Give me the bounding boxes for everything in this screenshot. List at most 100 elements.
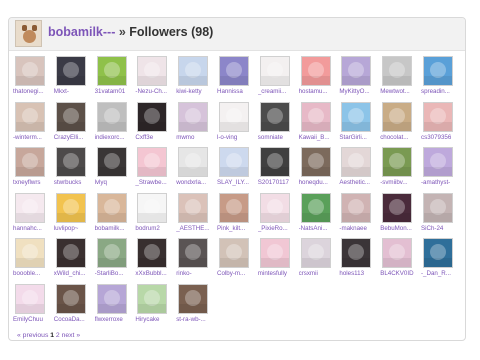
follower-username-link[interactable]: -winterm... — [13, 134, 51, 141]
follower-username-link[interactable]: CrazyElli... — [54, 134, 92, 141]
follower-username-link[interactable]: Mewtwot... — [380, 88, 418, 95]
follower-username-link[interactable]: Kawaii_B... — [299, 134, 337, 141]
follower-avatar[interactable] — [15, 192, 45, 223]
follower-avatar[interactable] — [259, 56, 290, 86]
follower-avatar[interactable] — [219, 147, 249, 177]
follower-username-link[interactable]: Hirycake — [135, 316, 173, 323]
follower-username-link[interactable]: flwxerroxe — [95, 316, 133, 323]
follower-username-link[interactable]: _creamii... — [258, 88, 296, 95]
profile-username-link[interactable]: bobamilk--- — [48, 25, 115, 39]
follower-avatar[interactable] — [300, 101, 331, 132]
follower-avatar[interactable] — [341, 101, 372, 132]
follower-avatar[interactable] — [137, 56, 168, 86]
follower-username-link[interactable]: -Nezu-Ch... — [135, 88, 173, 95]
follower-avatar[interactable] — [15, 101, 45, 132]
pagination-next[interactable]: next » — [62, 332, 81, 339]
pagination-page-2[interactable]: 2 — [56, 332, 60, 339]
follower-username-link[interactable]: bobamilk... — [95, 225, 133, 232]
follower-username-link[interactable]: StarGirli... — [339, 134, 377, 141]
follower-avatar[interactable] — [219, 192, 249, 223]
follower-avatar[interactable] — [259, 101, 290, 132]
follower-avatar[interactable] — [15, 238, 45, 268]
follower-avatar[interactable] — [259, 192, 290, 223]
follower-avatar[interactable] — [219, 238, 249, 268]
follower-avatar[interactable] — [341, 56, 372, 86]
follower-username-link[interactable]: 31vatam01 — [95, 88, 133, 95]
follower-username-link[interactable]: mintesfully — [258, 270, 296, 277]
follower-username-link[interactable]: wondxrla... — [176, 179, 214, 186]
follower-username-link[interactable]: chocolat... — [380, 134, 418, 141]
follower-avatar[interactable] — [178, 147, 209, 177]
follower-username-link[interactable]: spreadin... — [421, 88, 459, 95]
follower-avatar[interactable] — [423, 101, 453, 132]
follower-username-link[interactable]: Hannissa — [217, 88, 255, 95]
follower-avatar[interactable] — [137, 101, 168, 132]
follower-username-link[interactable]: SiCh-24 — [421, 225, 459, 232]
follower-avatar[interactable] — [382, 238, 413, 268]
follower-username-link[interactable]: BL4CKV0ID — [380, 270, 418, 277]
follower-avatar[interactable] — [96, 192, 127, 223]
follower-avatar[interactable] — [137, 238, 168, 268]
follower-username-link[interactable]: _PixieRo... — [258, 225, 296, 232]
follower-avatar[interactable] — [178, 56, 209, 86]
follower-username-link[interactable]: -NatsAni... — [299, 225, 337, 232]
follower-username-link[interactable]: bodrum2 — [135, 225, 173, 232]
follower-avatar[interactable] — [178, 192, 209, 223]
follower-avatar[interactable] — [137, 192, 168, 223]
follower-avatar[interactable] — [15, 283, 45, 314]
follower-username-link[interactable]: txneyflwrs — [13, 179, 51, 186]
follower-avatar[interactable] — [259, 238, 290, 268]
follower-username-link[interactable]: CocoaDa... — [54, 316, 92, 323]
follower-avatar[interactable] — [55, 147, 86, 177]
follower-username-link[interactable]: Aesthetic... — [339, 179, 377, 186]
follower-username-link[interactable]: thatonegi... — [13, 88, 51, 95]
follower-username-link[interactable]: stwrbucks — [54, 179, 92, 186]
avatar[interactable] — [15, 20, 42, 47]
follower-avatar[interactable] — [423, 56, 453, 86]
follower-username-link[interactable]: BebuMon... — [380, 225, 418, 232]
follower-avatar[interactable] — [300, 56, 331, 86]
follower-username-link[interactable]: Cxff3e — [135, 134, 173, 141]
follower-username-link[interactable]: rinko- — [176, 270, 214, 277]
follower-avatar[interactable] — [382, 147, 413, 177]
follower-avatar[interactable] — [178, 238, 209, 268]
follower-username-link[interactable]: l-o-ving — [217, 134, 255, 141]
follower-username-link[interactable]: indiexorc... — [95, 134, 133, 141]
follower-avatar[interactable] — [341, 192, 372, 223]
follower-avatar[interactable] — [55, 56, 86, 86]
follower-username-link[interactable]: somniate — [258, 134, 296, 141]
follower-username-link[interactable]: -amathyst- — [421, 179, 459, 186]
follower-avatar[interactable] — [341, 147, 372, 177]
follower-avatar[interactable] — [137, 147, 168, 177]
follower-username-link[interactable]: -maknaee — [339, 225, 377, 232]
follower-avatar[interactable] — [15, 147, 45, 177]
follower-avatar[interactable] — [137, 283, 168, 314]
pagination-previous[interactable]: « previous — [17, 332, 48, 339]
follower-username-link[interactable]: lvlyq — [95, 179, 133, 186]
follower-username-link[interactable]: -svmiibv... — [380, 179, 418, 186]
follower-username-link[interactable]: Mkxt- — [54, 88, 92, 95]
follower-avatar[interactable] — [96, 147, 127, 177]
follower-username-link[interactable]: hostamu... — [299, 88, 337, 95]
follower-username-link[interactable]: EmilyChuu — [13, 316, 51, 323]
follower-username-link[interactable]: -_Dan_R... — [421, 270, 459, 277]
follower-username-link[interactable]: _Strawbe... — [135, 179, 173, 186]
follower-avatar[interactable] — [96, 283, 127, 314]
follower-avatar[interactable] — [96, 238, 127, 268]
follower-username-link[interactable]: mwmo — [176, 134, 214, 141]
follower-avatar[interactable] — [96, 56, 127, 86]
follower-avatar[interactable] — [423, 147, 453, 177]
follower-avatar[interactable] — [382, 56, 413, 86]
follower-username-link[interactable]: luvlipop~ — [54, 225, 92, 232]
follower-avatar[interactable] — [423, 192, 453, 223]
follower-username-link[interactable]: boooble... — [13, 270, 51, 277]
follower-avatar[interactable] — [382, 101, 413, 132]
follower-avatar[interactable] — [259, 147, 290, 177]
follower-username-link[interactable]: S20170117 — [258, 179, 296, 186]
follower-avatar[interactable] — [178, 283, 209, 314]
follower-username-link[interactable]: xXxBubbl... — [135, 270, 173, 277]
follower-avatar[interactable] — [219, 56, 249, 86]
follower-avatar[interactable] — [55, 192, 86, 223]
follower-username-link[interactable]: crsxmii — [299, 270, 337, 277]
follower-avatar[interactable] — [423, 238, 453, 268]
